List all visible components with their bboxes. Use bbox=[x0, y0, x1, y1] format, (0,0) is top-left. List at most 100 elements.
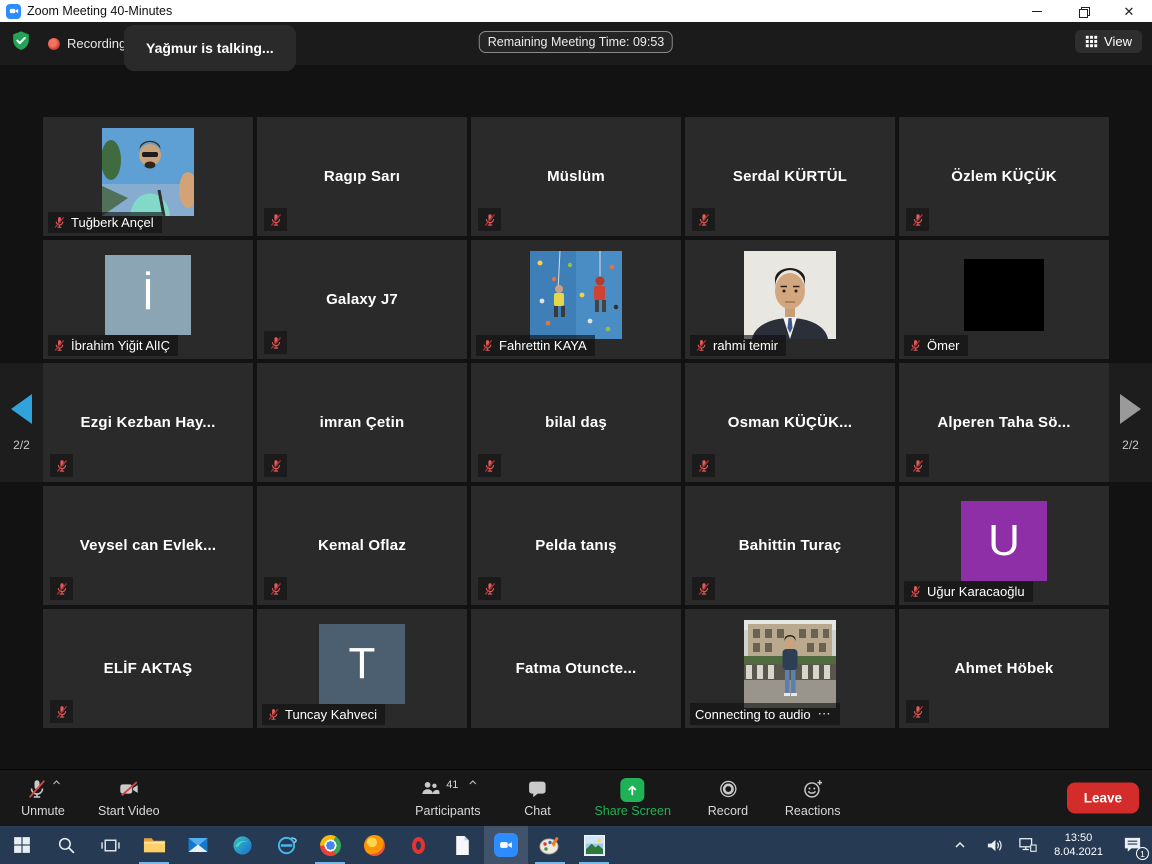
muted-mic-indicator bbox=[906, 700, 929, 723]
participant-tile[interactable]: Fahrettin KAYA bbox=[471, 240, 681, 359]
previous-page-nav[interactable]: 2/2 bbox=[0, 363, 43, 482]
next-page-nav[interactable]: 2/2 bbox=[1109, 363, 1152, 482]
muted-mic-indicator bbox=[478, 454, 501, 477]
muted-mic-indicator bbox=[50, 700, 73, 723]
muted-mic-indicator bbox=[264, 454, 287, 477]
participant-tile[interactable]: Ezgi Kezban Hay... bbox=[43, 363, 253, 482]
file-explorer-icon bbox=[143, 835, 166, 855]
opera-browser-button[interactable] bbox=[396, 826, 440, 864]
participant-avatar: T bbox=[319, 624, 405, 704]
share-screen-icon bbox=[621, 778, 645, 802]
meeting-top-bar: Recording Yağmur is talking... Remaining… bbox=[0, 22, 1152, 65]
notification-count-badge: 1 bbox=[1136, 847, 1149, 860]
participant-name-chip: Uğur Karacaoğlu bbox=[904, 581, 1033, 602]
participant-tile[interactable]: Ömer bbox=[899, 240, 1109, 359]
participant-tile[interactable]: Özlem KÜÇÜK bbox=[899, 117, 1109, 236]
participant-tile[interactable]: Serdal KÜRTÜL bbox=[685, 117, 895, 236]
participant-tile[interactable]: Osman KÜÇÜK... bbox=[685, 363, 895, 482]
participant-name-label: Ömer bbox=[927, 338, 960, 353]
participant-tile[interactable]: Veysel can Evlek... bbox=[43, 486, 253, 605]
taskbar-search-button[interactable] bbox=[44, 826, 88, 864]
internet-explorer-button[interactable] bbox=[264, 826, 308, 864]
participant-tile[interactable]: T Tuncay Kahveci bbox=[257, 609, 467, 728]
firefox-browser-button[interactable] bbox=[352, 826, 396, 864]
participant-name-center: Serdal KÜRTÜL bbox=[685, 117, 895, 236]
participant-name-center: Fatma Otuncte... bbox=[471, 609, 681, 728]
start-video-button[interactable]: Start Video bbox=[98, 778, 160, 818]
document-icon bbox=[454, 835, 471, 856]
participant-name-center: imran Çetin bbox=[257, 363, 467, 482]
photos-app-button[interactable] bbox=[572, 826, 616, 864]
tray-chevron-button[interactable] bbox=[943, 826, 977, 864]
share-screen-button[interactable]: Share Screen bbox=[594, 778, 670, 818]
participant-tile[interactable]: Galaxy J7 bbox=[257, 240, 467, 359]
close-button[interactable]: ✕ bbox=[1106, 0, 1152, 22]
participant-tile[interactable]: Connecting to audio ⋯ bbox=[685, 609, 895, 728]
participant-tile[interactable]: Ragıp Sarı bbox=[257, 117, 467, 236]
participant-tile[interactable]: U Uğur Karacaoğlu bbox=[899, 486, 1109, 605]
record-button[interactable]: Record bbox=[701, 778, 755, 818]
participant-tile[interactable]: Pelda tanış bbox=[471, 486, 681, 605]
zoom-app-icon bbox=[6, 4, 21, 19]
action-center-button[interactable]: 1 bbox=[1112, 826, 1152, 864]
network-icon bbox=[1019, 837, 1037, 853]
participant-avatar bbox=[530, 251, 622, 339]
start-video-label: Start Video bbox=[98, 804, 160, 818]
participant-avatar bbox=[744, 620, 836, 708]
photos-icon bbox=[584, 835, 605, 856]
participant-tile[interactable]: Tuğberk Ançel bbox=[43, 117, 253, 236]
participant-tile[interactable]: Müslüm bbox=[471, 117, 681, 236]
participant-name-center: Ezgi Kezban Hay... bbox=[43, 363, 253, 482]
participant-tile[interactable]: Fatma Otuncte... bbox=[471, 609, 681, 728]
participant-tile[interactable]: Ahmet Höbek bbox=[899, 609, 1109, 728]
file-explorer-button[interactable] bbox=[132, 826, 176, 864]
view-button[interactable]: View bbox=[1075, 30, 1142, 53]
mail-app-button[interactable] bbox=[176, 826, 220, 864]
participant-name-chip: Fahrettin KAYA bbox=[476, 335, 595, 356]
minimize-button[interactable] bbox=[1014, 0, 1060, 22]
reactions-button[interactable]: Reactions bbox=[785, 778, 841, 818]
encryption-shield-icon[interactable] bbox=[10, 30, 32, 57]
participant-tile[interactable]: rahmi temir bbox=[685, 240, 895, 359]
restore-button[interactable] bbox=[1060, 0, 1106, 22]
edge-browser-button[interactable] bbox=[220, 826, 264, 864]
participant-tile[interactable]: Kemal Oflaz bbox=[257, 486, 467, 605]
taskbar-clock[interactable]: 13:50 8.04.2021 bbox=[1045, 826, 1112, 864]
task-view-button[interactable] bbox=[88, 826, 132, 864]
unmute-button[interactable]: Unmute bbox=[16, 778, 70, 818]
participant-avatar bbox=[964, 259, 1044, 331]
chrome-browser-button[interactable] bbox=[308, 826, 352, 864]
participants-options-chevron-icon[interactable] bbox=[468, 778, 477, 787]
participant-name-chip: Connecting to audio ⋯ bbox=[690, 703, 840, 725]
participants-count: 41 bbox=[446, 779, 458, 791]
unmute-options-chevron-icon[interactable] bbox=[52, 778, 61, 787]
muted-mic-indicator bbox=[692, 208, 715, 231]
participant-name-center: Veysel can Evlek... bbox=[43, 486, 253, 605]
edge-icon bbox=[232, 835, 253, 856]
recording-indicator[interactable]: Recording bbox=[48, 36, 126, 51]
volume-button[interactable] bbox=[977, 826, 1011, 864]
start-button[interactable] bbox=[0, 826, 44, 864]
window-title: Zoom Meeting 40-Minutes bbox=[27, 4, 172, 18]
participant-grid: Tuğberk Ançel Ragıp Sarı Müslüm Serdal K… bbox=[0, 65, 1152, 728]
participant-tile[interactable]: İ İbrahim Yiğit AlIÇ bbox=[43, 240, 253, 359]
chat-button[interactable]: Chat bbox=[510, 778, 564, 818]
previous-page-arrow-icon bbox=[11, 394, 32, 424]
participants-button[interactable]: 41 Participants bbox=[415, 778, 480, 818]
participant-tile[interactable]: imran Çetin bbox=[257, 363, 467, 482]
participant-tile[interactable]: bilal daş bbox=[471, 363, 681, 482]
notepad-button[interactable] bbox=[440, 826, 484, 864]
participant-tile[interactable]: ELİF AKTAŞ bbox=[43, 609, 253, 728]
zoom-taskbar-button[interactable] bbox=[484, 826, 528, 864]
network-button[interactable] bbox=[1011, 826, 1045, 864]
participant-tile[interactable]: Bahittin Turaç bbox=[685, 486, 895, 605]
paint-app-button[interactable] bbox=[528, 826, 572, 864]
participant-name-center: Müslüm bbox=[471, 117, 681, 236]
remaining-time-badge: Remaining Meeting Time: 09:53 bbox=[479, 31, 673, 53]
participant-tile[interactable]: Alperen Taha Sö... bbox=[899, 363, 1109, 482]
connecting-ellipsis-icon: ⋯ bbox=[818, 706, 832, 722]
muted-mic-icon bbox=[26, 778, 48, 800]
search-icon bbox=[57, 836, 76, 855]
leave-button[interactable]: Leave bbox=[1067, 783, 1139, 814]
participant-name-center: Galaxy J7 bbox=[257, 240, 467, 359]
